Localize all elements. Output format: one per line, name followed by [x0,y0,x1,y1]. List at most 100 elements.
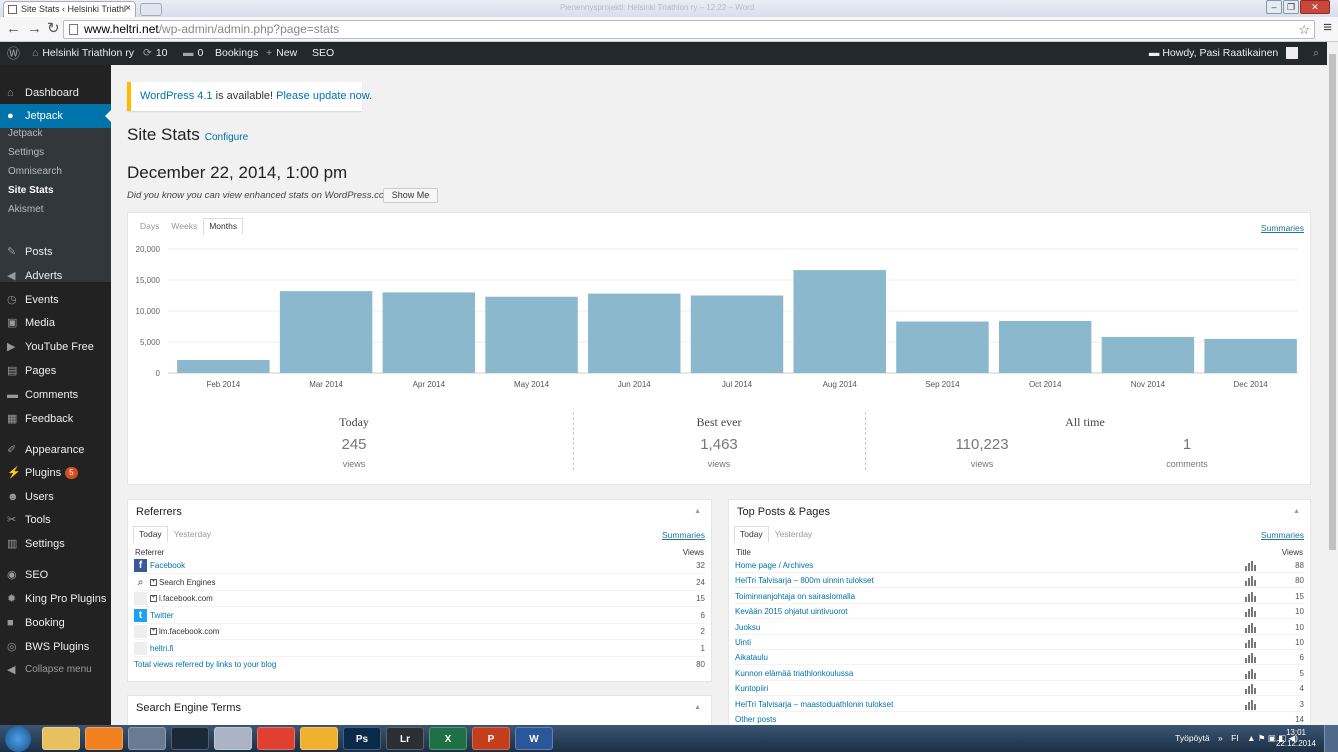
admin-bar-updates[interactable]: ⟳ 10 [143,42,168,65]
sidebar-item-plugins[interactable]: ⚡ Plugins 5 [0,461,111,485]
scrollbar[interactable] [1327,42,1338,725]
configure-link[interactable]: Configure [205,132,248,143]
bar-chart-icon[interactable] [1245,699,1256,710]
bar-jul-2014[interactable] [690,295,784,374]
collapse-icon[interactable]: ▲ [1293,508,1300,515]
show-me-button[interactable]: Show Me [383,188,438,203]
bar-chart-icon[interactable] [1245,591,1256,602]
summaries-link[interactable]: Summaries [1261,223,1304,233]
sidebar-item-collapse-menu[interactable]: ◀ Collapse menu [0,658,111,682]
taskbar-app-10[interactable]: P [472,727,510,750]
bar-chart-icon[interactable] [1245,668,1256,679]
sidebar-item-pages[interactable]: ▤ Pages [0,359,111,383]
post-title-link[interactable]: HelTri Talvisarja – maastoduathlonin tul… [735,697,893,712]
tab-days[interactable]: Days [134,218,165,235]
admin-bar-site[interactable]: ⌂ Helsinki Triathlon ry [32,42,134,65]
maximize-icon[interactable]: ❐ [1283,0,1299,14]
tab-yesterday[interactable]: Yesterday [168,526,218,543]
minimize-icon[interactable]: – [1266,0,1282,14]
summaries-link[interactable]: Summaries [1261,530,1304,540]
tab-today[interactable]: Today [133,526,168,543]
collapse-icon[interactable]: ▲ [694,508,701,515]
back-icon[interactable]: ← [6,20,21,38]
desktop-label[interactable]: Työpöytä [1175,733,1210,743]
update-now-link[interactable]: Please update now [276,90,369,102]
bar-chart-icon[interactable] [1245,561,1256,571]
submenu-akismet[interactable]: Akismet [8,204,44,216]
bar-chart-icon[interactable] [1245,684,1256,695]
language-indicator[interactable]: FI [1231,733,1239,743]
close-window-icon[interactable]: ✕ [1300,0,1330,14]
expand-icon[interactable]: + [150,628,157,636]
tab-weeks[interactable]: Weeks [165,218,203,235]
start-button[interactable] [5,726,31,752]
expand-icon[interactable]: + [150,595,157,603]
reload-icon[interactable]: ↻ [47,20,60,38]
sidebar-item-events[interactable]: ◷ Events [0,288,111,312]
bar-jun-2014[interactable] [588,293,681,373]
url-input[interactable]: www.heltri.net/wp-admin/admin.php?page=s… [63,20,1315,39]
post-title-link[interactable]: Juoksu [735,620,760,635]
taskbar-app-8[interactable]: Lr [386,727,424,750]
sidebar-item-jetpack[interactable]: ● Jetpack [0,104,111,128]
bar-chart-icon[interactable] [1245,622,1256,633]
sidebar-item-feedback[interactable]: ▦ Feedback [0,407,111,431]
star-icon[interactable]: ☆ [1298,21,1310,38]
admin-bar-comments[interactable]: ▬ 0 [183,42,203,65]
post-title-link[interactable]: Kunnon elämää triathlonkoulussa [735,666,853,681]
browser-tab[interactable]: Site Stats ‹ Helsinki Triathl × [3,1,136,17]
taskbar-app-3[interactable] [171,727,209,750]
post-title-link[interactable]: Other posts [735,712,776,725]
tab-today[interactable]: Today [734,526,769,543]
tab-months[interactable]: Months [203,218,244,235]
bar-aug-2014[interactable] [793,270,886,373]
bar-may-2014[interactable] [485,296,578,373]
taskbar-app-0[interactable] [42,727,80,750]
taskbar-app-7[interactable]: Ps [343,727,381,750]
sidebar-item-youtube-free[interactable]: ▶ YouTube Free [0,335,111,359]
admin-bar-bookings[interactable]: Bookings [215,42,258,65]
referrer-name[interactable]: Facebook [150,561,185,570]
close-tab-icon[interactable]: × [125,2,131,16]
sidebar-item-posts[interactable]: ✎ Posts [0,240,111,264]
clock[interactable]: 13:01 22.12.2014 [1276,727,1316,749]
forward-icon[interactable]: → [27,20,42,38]
expand-icon[interactable]: + [150,578,157,586]
bar-chart-icon[interactable] [1245,576,1256,587]
taskbar-app-1[interactable] [85,727,123,750]
taskbar-app-4[interactable] [214,727,252,750]
post-title-link[interactable]: Aikataulu [735,650,768,665]
tab-yesterday[interactable]: Yesterday [769,526,819,543]
show-desktop-button[interactable] [1324,725,1338,752]
sidebar-item-media[interactable]: ▣ Media [0,311,111,335]
sidebar-item-booking[interactable]: ■ Booking [0,611,111,635]
post-title-link[interactable]: Kevään 2015 ohjatut uintivuorot [735,604,848,619]
menu-icon[interactable]: ≡ [1323,19,1332,36]
sidebar-item-dashboard[interactable]: ⌂ Dashboard [0,81,111,105]
submenu-jetpack[interactable]: Jetpack [8,128,42,140]
post-title-link[interactable]: Uinti [735,635,751,650]
notification-icon[interactable]: ▬ [1149,47,1160,59]
sidebar-item-settings[interactable]: ▥ Settings [0,532,111,556]
submenu-settings[interactable]: Settings [8,147,44,159]
post-title-link[interactable]: Home page / Archives [735,558,813,573]
bar-chart-icon[interactable] [1245,638,1256,648]
bar-chart-icon[interactable] [1245,653,1256,664]
bar-oct-2014[interactable] [998,320,1092,373]
new-tab-button[interactable] [140,3,162,16]
post-title-link[interactable]: Kuntopiiri [735,681,768,696]
sidebar-item-tools[interactable]: ✂ Tools [0,508,111,532]
sidebar-item-comments[interactable]: ▬ Comments [0,383,111,407]
referrer-name[interactable]: Twitter [150,611,174,620]
taskbar-app-11[interactable]: W [515,727,553,750]
sidebar-item-bws-plugins[interactable]: ◎ BWS Plugins [0,635,111,659]
bar-mar-2014[interactable] [279,291,373,373]
referrer-name[interactable]: heltri.fi [150,644,174,653]
sidebar-item-appearance[interactable]: ✐ Appearance [0,438,111,462]
wordpress-version-link[interactable]: WordPress 4.1 [140,90,213,102]
admin-bar-seo[interactable]: SEO [312,42,334,65]
admin-bar-new[interactable]: + New [266,42,297,65]
sidebar-item-seo[interactable]: ◉ SEO [0,563,111,587]
bar-feb-2014[interactable] [177,359,270,373]
sidebar-item-adverts[interactable]: ◀ Adverts [0,264,111,288]
